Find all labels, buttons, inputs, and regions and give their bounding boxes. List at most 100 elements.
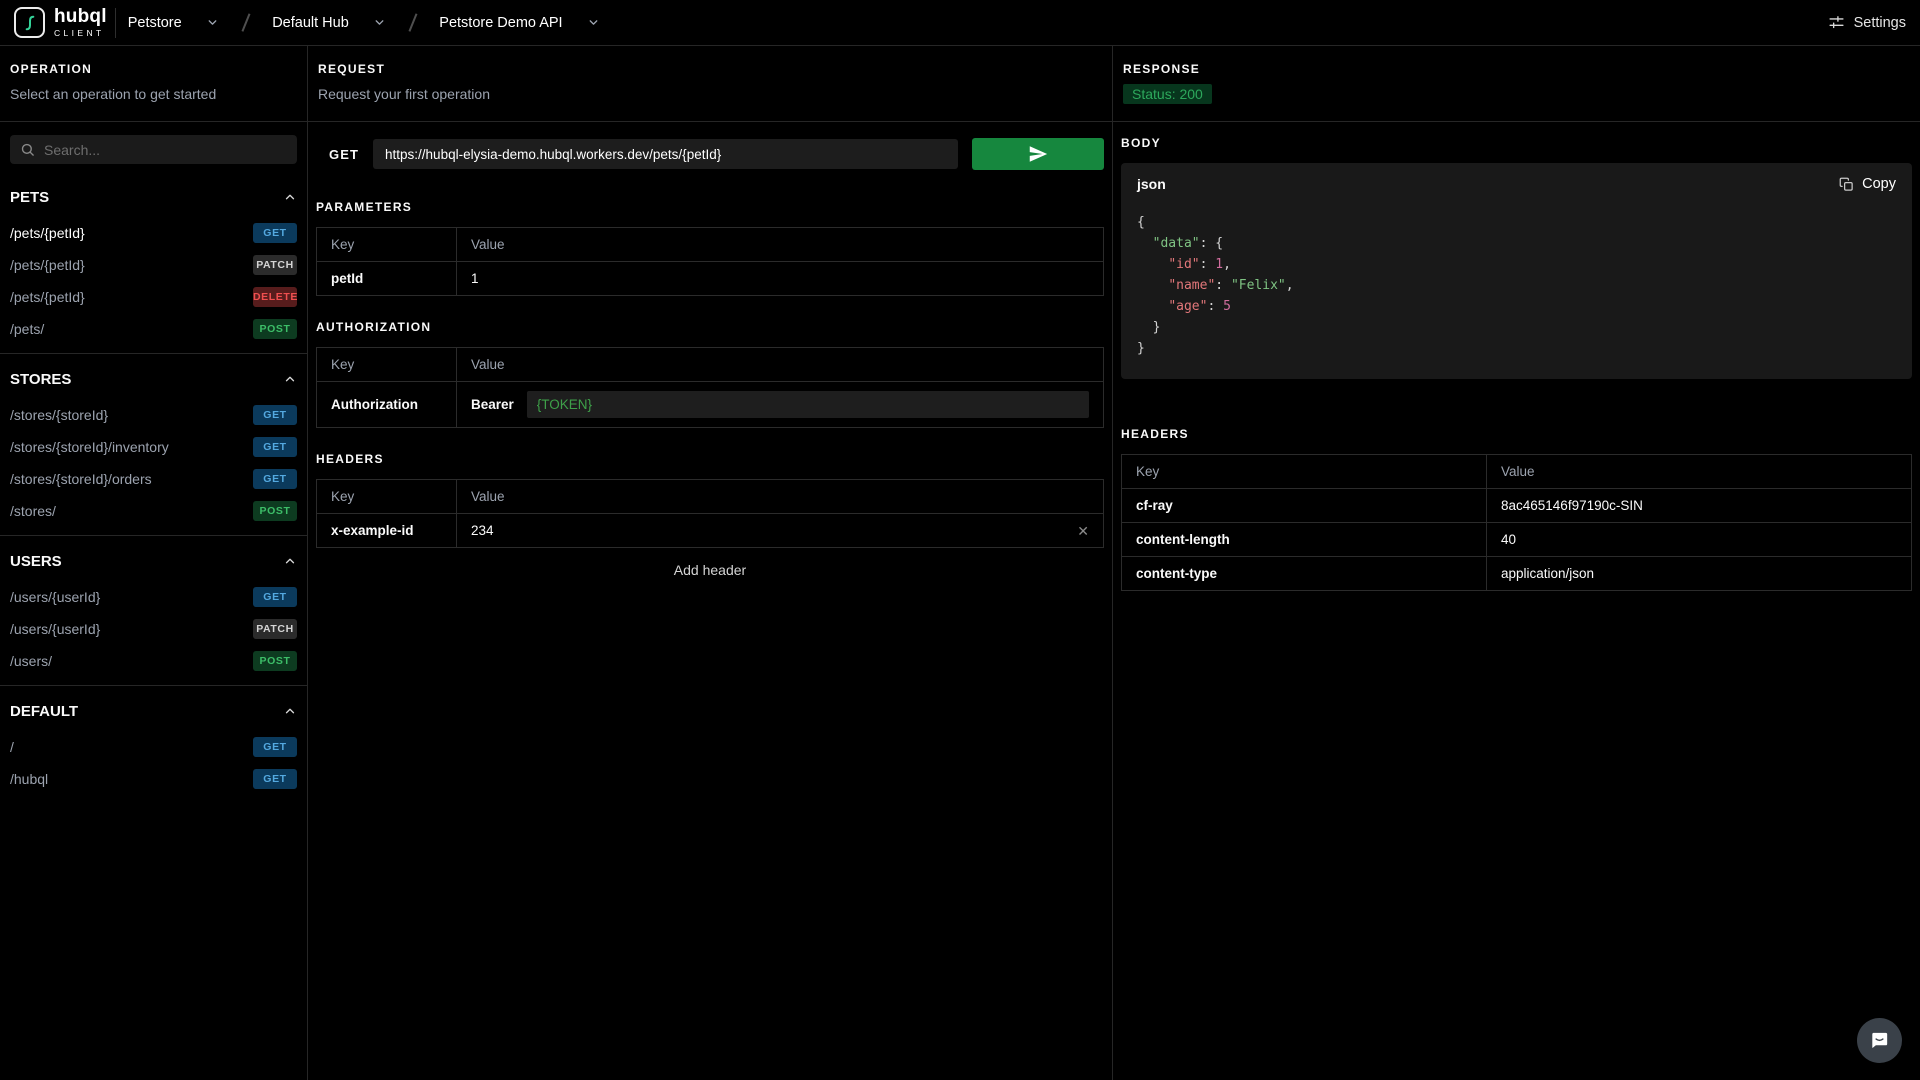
url-input[interactable] [373,139,958,169]
brand-logo[interactable]: hubql CLIENT [14,7,107,38]
sidebar-group-title: STORES [10,371,71,388]
remove-header-icon[interactable]: ✕ [1077,524,1089,538]
request-subtitle: Request your first operation [318,86,1102,102]
json-line: { [1137,212,1896,233]
sidebar-item-get-/stores/{storeId}/inventory[interactable]: /stores/{storeId}/inventoryGET [10,431,297,463]
column-header-value: Value [1487,455,1912,489]
sidebar-group-stores: STORES/stores/{storeId} GET/stores/{store… [0,354,307,536]
add-header-button[interactable]: Add header [316,548,1104,592]
settings-button[interactable]: Settings [1828,14,1906,31]
token-input[interactable] [527,391,1089,418]
url-row: GET [308,122,1112,186]
row-key: cf-ray [1122,489,1487,523]
column-header-key: Key [1122,455,1487,489]
body-section: BODY json Copy { "data": { "id": 1, "nam… [1113,122,1920,389]
breadcrumb: Petstore Default Hub Petstore Demo API [128,13,600,32]
sidebar-item-get-/stores/{storeId}[interactable]: /stores/{storeId} GET [10,399,297,431]
sidebar-group-title: USERS [10,553,62,570]
operation-path: /pets/{petId} [10,225,85,241]
row-key: petId [317,262,457,296]
operation-path: /stores/{storeId} [10,407,108,423]
request-panel: REQUEST Request your first operation GET… [308,46,1113,1080]
column-header-key: Key [317,348,457,382]
chevron-up-icon [283,704,297,718]
chevron-down-icon [373,16,386,29]
chevron-up-icon [283,190,297,204]
operation-panel-header: OPERATION Select an operation to get sta… [0,46,307,122]
json-line: "id": 1, [1137,254,1896,275]
bearer-label: Bearer [471,397,514,412]
request-headers-table: Key Value x-example-id234✕ [316,479,1104,548]
json-line: "data": { [1137,233,1896,254]
search-icon [20,142,35,157]
operation-path: /pets/ [10,321,44,337]
method-badge: GET [253,405,297,425]
sidebar-group-header[interactable]: USERS [10,546,297,576]
response-headers-table: Key Value cf-ray8ac465146f97190c-SINcont… [1121,454,1912,591]
response-headers-section: HEADERS Key Value cf-ray8ac465146f97190c… [1113,413,1920,601]
sidebar-group-header[interactable]: STORES [10,364,297,394]
chat-widget-button[interactable] [1857,1018,1902,1063]
column-header-value: Value [457,228,1104,262]
breadcrumb-label: Petstore Demo API [439,15,562,31]
sidebar-item-get-/[interactable]: /GET [10,731,297,763]
copy-icon [1839,177,1854,192]
method-badge: GET [253,223,297,243]
method-badge: DELETE [253,287,297,307]
sidebar-group-header[interactable]: DEFAULT [10,696,297,726]
authorization-section: AUTHORIZATION Key Value Authorization Be… [308,306,1112,438]
sidebar-item-post-/users/[interactable]: /users/POST [10,645,297,677]
method-badge: GET [253,587,297,607]
status-badge: Status: 200 [1123,84,1212,104]
sidebar-group-pets: PETS/pets/{petId} GET/pets/{petId}PATCH/p… [0,172,307,354]
search-input[interactable] [44,142,287,158]
table-row: x-example-id 234 ✕ [317,514,1104,548]
method-badge: PATCH [253,619,297,639]
sidebar-item-get-/users/{userId}[interactable]: /users/{userId} GET [10,581,297,613]
sidebar-item-get-/hubql[interactable]: /hubqlGET [10,763,297,795]
search-box[interactable] [10,135,297,164]
send-request-button[interactable] [972,138,1104,170]
sidebar-item-get-/stores/{storeId}/orders[interactable]: /stores/{storeId}/ordersGET [10,463,297,495]
request-panel-header: REQUEST Request your first operation [308,46,1112,122]
sidebar-item-get-/pets/{petId}[interactable]: /pets/{petId} GET [10,217,297,249]
method-badge: GET [253,469,297,489]
operation-groups: PETS/pets/{petId} GET/pets/{petId}PATCH/p… [0,172,307,803]
row-value: 8ac465146f97190c-SIN [1487,489,1912,523]
sidebar-item-post-/pets/[interactable]: /pets/POST [10,313,297,345]
method-badge: GET [253,769,297,789]
table-row: content-length40 [1122,523,1912,557]
column-header-value: Value [457,348,1104,382]
body-format-label: json [1137,176,1166,192]
row-value: 40 [1487,523,1912,557]
row-key: x-example-id [317,514,457,548]
parameters-table: Key Value petId1 [316,227,1104,296]
sidebar-group-default: DEFAULT/GET/hubqlGET [0,686,307,803]
operation-path: /users/{userId} [10,589,100,605]
operation-path: /users/ [10,653,52,669]
sidebar-item-delete-/pets/{petId}[interactable]: /pets/{petId}DELETE [10,281,297,313]
sidebar-item-patch-/users/{userId}[interactable]: /users/{userId}PATCH [10,613,297,645]
row-key: content-type [1122,557,1487,591]
row-value-text: 234 [471,523,494,538]
table-row: cf-ray8ac465146f97190c-SIN [1122,489,1912,523]
response-panel: RESPONSE Status: 200 BODY json Copy [1113,46,1920,1080]
column-header-value: Value [457,480,1104,514]
request-title: REQUEST [318,62,1102,76]
breadcrumb-item-default-hub[interactable]: Default Hub [272,15,386,31]
send-icon [1027,143,1049,165]
breadcrumb-item-petstore-demo-api[interactable]: Petstore Demo API [439,15,599,31]
method-badge: GET [253,737,297,757]
operation-path: /stores/ [10,503,56,519]
response-panel-header: RESPONSE Status: 200 [1113,46,1920,122]
sidebar-item-patch-/pets/{petId}[interactable]: /pets/{petId}PATCH [10,249,297,281]
sidebar-group-header[interactable]: PETS [10,182,297,212]
breadcrumb-item-petstore[interactable]: Petstore [128,15,219,31]
sidebar-group-title: PETS [10,189,49,206]
hubql-logo-icon [14,7,45,38]
copy-label: Copy [1862,176,1896,192]
column-header-key: Key [317,228,457,262]
row-value: 234 ✕ [457,514,1104,548]
copy-button[interactable]: Copy [1839,176,1896,192]
sidebar-item-post-/stores/[interactable]: /stores/POST [10,495,297,527]
